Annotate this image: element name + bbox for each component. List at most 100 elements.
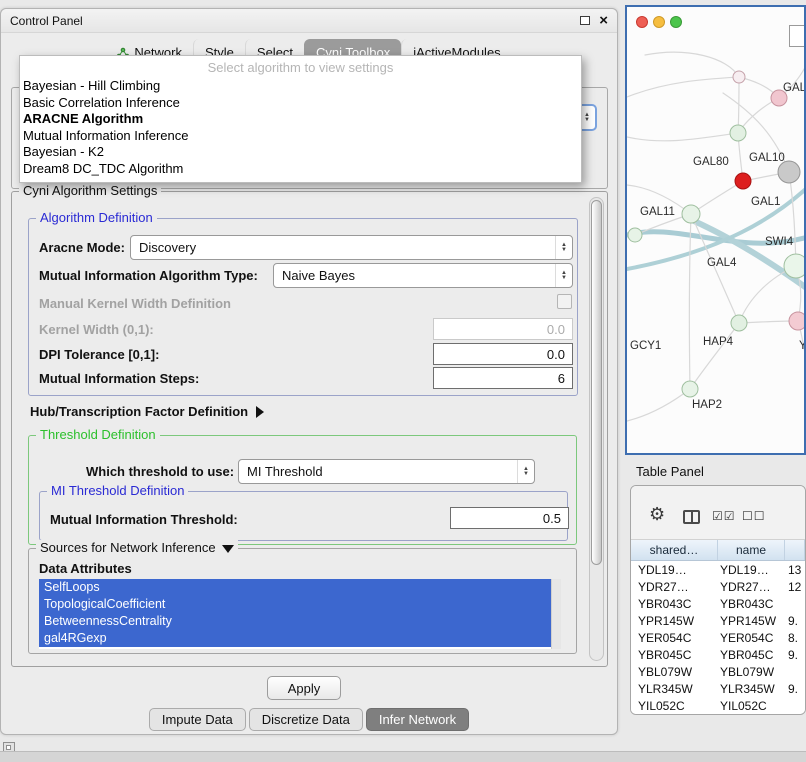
which-threshold-select[interactable]: MI Threshold ▲▼ (238, 459, 535, 484)
network-edge[interactable] (690, 323, 739, 389)
network-node[interactable] (682, 205, 700, 223)
table-row[interactable]: YBL079WYBL079W (631, 663, 805, 680)
collapse-down-icon (222, 545, 234, 553)
table-cell: 9. (785, 682, 805, 696)
manual-kernel-width-checkbox[interactable] (557, 294, 572, 309)
algorithm-definition-title: Algorithm Definition (36, 210, 157, 225)
kernel-width-field[interactable]: 0.0 (433, 318, 573, 340)
network-canvas[interactable]: GAL8GAL80GAL10GAL11GAL1SWI4GAL4GCY1HAP4Y… (627, 35, 806, 455)
deselect-all-checkboxes-icon[interactable]: ☐☐ (742, 509, 766, 523)
network-node[interactable] (730, 125, 746, 141)
table-row[interactable]: YBR043CYBR043C (631, 595, 805, 612)
cyni-algorithm-settings-group: Cyni Algorithm Settings Algorithm Defini… (11, 191, 608, 667)
aracne-mode-select[interactable]: Discovery ▲▼ (130, 235, 573, 260)
sources-group-title[interactable]: Sources for Network Inference (36, 540, 238, 555)
table-column-header[interactable] (785, 540, 805, 560)
table-cell: YBL079W (631, 665, 718, 679)
table-cell: YIL052C (631, 699, 718, 713)
table-cell: 9. (785, 614, 805, 628)
data-attributes-list[interactable]: SelfLoopsTopologicalCoefficientBetweenne… (39, 579, 561, 649)
close-panel-icon[interactable]: × (599, 13, 608, 28)
attribute-list-item[interactable]: TopologicalCoefficient (39, 596, 551, 613)
network-edge[interactable] (645, 52, 739, 77)
minimize-traffic-light-icon[interactable] (653, 16, 665, 28)
algorithm-option[interactable]: Mutual Information Inference (20, 128, 581, 145)
settings-scrollbar[interactable] (589, 197, 604, 661)
algorithm-option[interactable]: Bayesian - K2 (20, 144, 581, 161)
mi-algorithm-type-select[interactable]: Naive Bayes ▲▼ (273, 263, 573, 288)
mi-threshold-definition-title: MI Threshold Definition (47, 483, 188, 498)
network-node[interactable] (628, 228, 642, 242)
table-cell: 9. (785, 648, 805, 662)
cyni-bottom-tabbar: Impute DataDiscretize DataInfer Network (1, 708, 617, 731)
settings-scrollbar-thumb[interactable] (591, 200, 602, 565)
network-edge[interactable] (689, 214, 691, 389)
algorithm-option[interactable]: Bayesian - Hill Climbing (20, 78, 581, 95)
mi-threshold-field[interactable]: 0.5 (450, 507, 569, 529)
select-all-checkboxes-icon[interactable]: ☑☑ (712, 509, 736, 523)
node-label: SWI4 (765, 236, 794, 248)
network-node[interactable] (778, 161, 800, 183)
table-panel-window: ⚙ ☑☑ ☐☐ shared…name YDL19…YDL19…13 YDR27…… (630, 485, 806, 715)
network-edge[interactable] (789, 172, 796, 266)
table-cell: YER054C (631, 631, 718, 645)
table-row[interactable]: YBR045CYBR045C9. (631, 646, 805, 663)
table-cell: YBR043C (718, 597, 785, 611)
network-edge[interactable] (627, 133, 738, 141)
table-cell: YPR145W (718, 614, 785, 628)
network-node[interactable] (682, 381, 698, 397)
table-cell: YBL079W (718, 665, 785, 679)
mi-threshold-label: Mutual Information Threshold: (50, 512, 238, 527)
table-column-header[interactable]: name (718, 540, 785, 560)
bottom-tab-impute-data[interactable]: Impute Data (149, 708, 246, 731)
node-label: GCY1 (630, 340, 661, 352)
gear-icon[interactable]: ⚙ (649, 504, 665, 525)
table-cell: YDR27… (631, 580, 718, 594)
attribute-list-item[interactable]: BetweennessCentrality (39, 613, 551, 630)
bottom-tab-infer-network[interactable]: Infer Network (366, 708, 469, 731)
sources-group: Sources for Network Inference Data Attri… (28, 548, 577, 654)
network-edge[interactable] (685, 217, 806, 289)
dpi-tolerance-field[interactable]: 0.0 (433, 343, 573, 365)
algorithm-option[interactable]: ARACNE Algorithm (20, 111, 581, 128)
columns-icon[interactable] (683, 510, 700, 524)
table-column-header[interactable]: shared… (631, 540, 718, 560)
attribute-list-item[interactable]: gal4RGexp (39, 630, 551, 647)
table-row[interactable]: YER054CYER054C8. (631, 629, 805, 646)
network-node[interactable] (731, 315, 747, 331)
network-node[interactable] (784, 254, 806, 278)
hub-transcription-factor-toggle[interactable]: Hub/Transcription Factor Definition (30, 404, 264, 419)
table-cell: 8. (785, 631, 805, 645)
algorithm-dropdown-popup: Select algorithm to view settings Bayesi… (19, 55, 582, 183)
table-row[interactable]: YPR145WYPR145W9. (631, 612, 805, 629)
table-row[interactable]: YDL19…YDL19…13 (631, 561, 805, 578)
table-row[interactable]: YLR345WYLR345W9. (631, 680, 805, 697)
network-node[interactable] (733, 71, 745, 83)
table-cell: 12 (785, 580, 805, 594)
node-label: GAL80 (693, 156, 729, 168)
algorithm-placeholder: Select algorithm to view settings (20, 58, 581, 78)
network-node[interactable] (789, 312, 806, 330)
float-panel-icon[interactable] (580, 16, 590, 25)
table-body: YDL19…YDL19…13YDR27…YDR27…12YBR043CYBR04… (631, 561, 805, 714)
apply-button[interactable]: Apply (267, 676, 341, 700)
zoom-traffic-light-icon[interactable] (670, 16, 682, 28)
close-traffic-light-icon[interactable] (636, 16, 648, 28)
combo-arrows-icon: ▲▼ (555, 236, 572, 259)
network-node[interactable] (735, 173, 751, 189)
table-row[interactable]: YDR27…YDR27…12 (631, 578, 805, 595)
algorithm-option[interactable]: Basic Correlation Inference (20, 95, 581, 112)
mi-steps-field[interactable]: 6 (433, 367, 573, 389)
network-view-window[interactable]: GAL8GAL80GAL10GAL11GAL1SWI4GAL4GCY1HAP4Y… (625, 5, 806, 455)
table-cell: 13 (785, 563, 805, 577)
algorithm-option[interactable]: Dream8 DC_TDC Algorithm (20, 161, 581, 178)
attributes-list-scrollbar[interactable] (551, 579, 561, 649)
table-row[interactable]: YIL052CYIL052C (631, 697, 805, 714)
network-edge[interactable] (627, 389, 690, 421)
bottom-tab-discretize-data[interactable]: Discretize Data (249, 708, 363, 731)
network-edge[interactable] (627, 77, 739, 97)
node-label: HAP4 (703, 336, 734, 348)
attribute-list-item[interactable]: SelfLoops (39, 579, 551, 596)
aracne-mode-label: Aracne Mode: (39, 240, 125, 255)
hub-transcription-factor-label: Hub/Transcription Factor Definition (30, 404, 248, 419)
